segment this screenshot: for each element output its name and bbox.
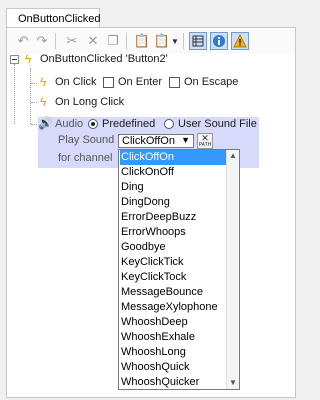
chevron-down-icon[interactable]: ▼ [181,135,190,145]
dropdown-option[interactable]: ClickOnOff [121,165,174,180]
dropdown-option[interactable]: KeyClickTick [121,255,184,270]
lightning-icon: ϟ [25,52,32,66]
path-button[interactable]: ✕ PATH [197,133,213,149]
on-escape-label: On Escape [184,76,239,88]
dropdown-option[interactable]: DingDong [121,195,170,210]
dropdown-option[interactable]: WhooshLong [121,345,186,360]
info-icon[interactable] [210,32,228,50]
dropdown-option[interactable]: MessageBounce [121,285,203,300]
dropdown-option[interactable]: Goodbye [121,240,166,255]
play-sound-label: Play Sound [58,134,115,146]
warning-icon[interactable] [231,32,249,50]
tree-line [31,102,37,103]
dropdown-option[interactable]: WhooshDeep [121,315,188,330]
lightning-icon: ϟ [40,95,47,109]
lightning-icon: ϟ [40,75,47,89]
on-long-click-label[interactable]: On Long Click [55,96,124,108]
cut-icon[interactable]: ✂ [63,32,81,50]
undo-icon[interactable]: ↶ [14,32,32,50]
dropdown-option[interactable]: WhooshQuick [121,360,189,375]
dropdown-option[interactable]: ErrorDeepBuzz [121,210,196,225]
tab-onbuttonclicked[interactable]: OnButtonClicked [6,8,101,28]
paste-options-icon[interactable]: 📋 [153,32,171,50]
toolbar-separator [183,33,184,49]
audio-label: Audio [55,118,84,130]
path-button-label: PATH [198,142,212,148]
dropdown-option[interactable]: ErrorWhoops [121,225,186,240]
chevron-down-icon[interactable]: ▼ [170,32,180,50]
dropdown-option[interactable]: WhooshQuicker [121,375,199,389]
toolbar-separator [55,33,56,49]
toolbar-separator [126,33,127,49]
toolbar: ↶ ↷ ✂ ✕ ❐ 📋 📋 ▼ [7,29,295,53]
tree-line [14,64,15,124]
redo-icon[interactable]: ↷ [33,32,51,50]
sound-select[interactable]: ClickOffOn ▼ [118,134,194,148]
tree-line [31,83,37,84]
dropdown-option[interactable]: WhooshExhale [121,330,195,345]
dropdown-scrollbar[interactable]: ▲ ▼ [226,150,239,389]
on-click-label[interactable]: On Click [55,76,97,88]
on-escape-checkbox[interactable] [169,77,180,88]
chevron-up-icon[interactable]: ▲ [229,151,237,160]
speaker-icon: 🔊 [38,116,53,130]
dropdown-option[interactable]: Ding [121,180,144,195]
user-sound-file-label: User Sound File [178,118,257,130]
tree-line [31,124,37,125]
dropdown-option[interactable]: ClickOffOn [120,150,228,165]
on-enter-checkbox[interactable] [103,77,114,88]
predefined-label: Predefined [102,118,156,130]
chevron-down-icon[interactable]: ▼ [229,378,237,387]
on-enter-label: On Enter [118,76,163,88]
predefined-radio[interactable] [88,119,98,129]
paste-icon[interactable]: 📋 [133,32,151,50]
sound-dropdown-list[interactable]: ClickOffOn ClickOnOff Ding DingDong Erro… [118,149,240,390]
root-node-label[interactable]: OnButtonClicked 'Button2' [40,53,168,65]
delete-icon[interactable]: ✕ [84,32,102,50]
tree-line [30,68,31,124]
for-channel-label: for channel [58,152,113,164]
dropdown-option[interactable]: KeyClickTock [121,270,186,285]
dropdown-option[interactable]: MessageXylophone [121,300,218,315]
user-sound-file-radio[interactable] [164,119,174,129]
sound-select-value: ClickOffOn [122,135,175,147]
copy-icon[interactable]: ❐ [104,32,122,50]
tab-label: OnButtonClicked [18,13,101,25]
collapse-toggle[interactable] [10,55,19,64]
grid-view-icon[interactable] [189,32,207,50]
